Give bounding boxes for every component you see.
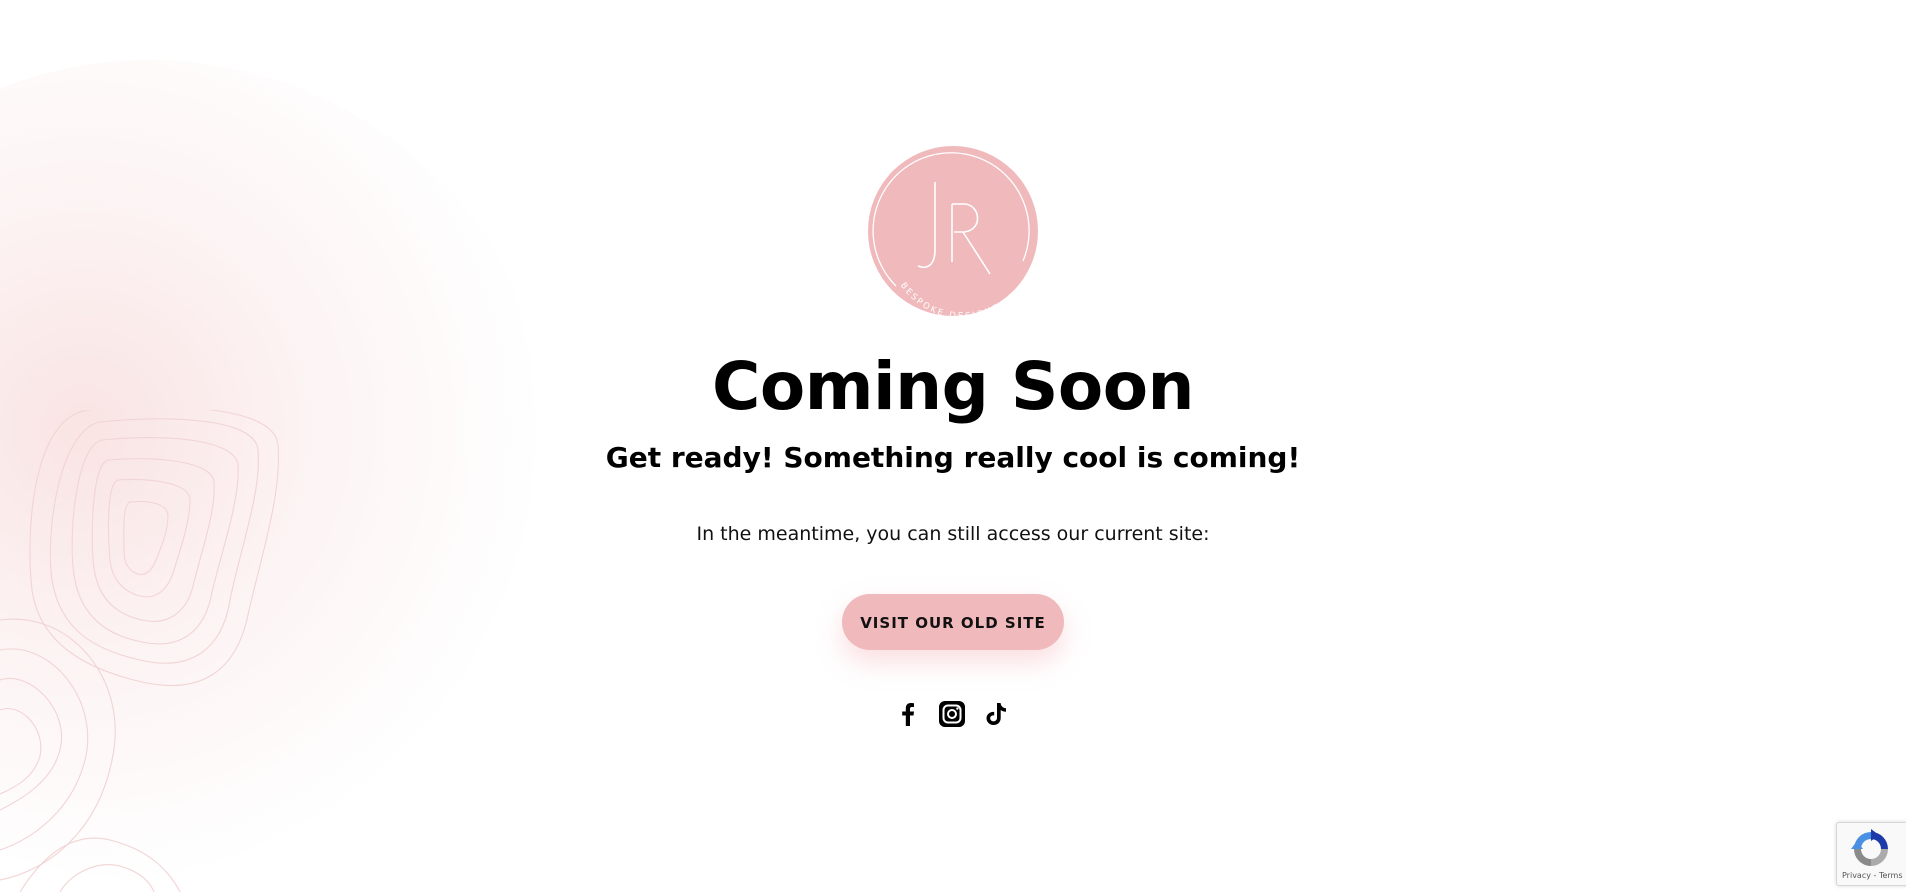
coming-soon-page: BESPOKE DESIGNS Coming Soon Get ready! S…: [0, 0, 1906, 892]
recaptcha-icon: [1851, 829, 1888, 866]
recaptcha-terms-link[interactable]: Terms: [1879, 871, 1903, 880]
recaptcha-separator: -: [1870, 871, 1879, 880]
page-subtitle: Get ready! Something really cool is comi…: [605, 441, 1301, 474]
recaptcha-badge[interactable]: Privacy - Terms: [1836, 822, 1906, 886]
tiktok-icon[interactable]: [981, 699, 1011, 729]
recaptcha-privacy-link[interactable]: Privacy: [1842, 871, 1871, 880]
meantime-text: In the meantime, you can still access ou…: [696, 523, 1210, 545]
instagram-icon[interactable]: [937, 699, 967, 729]
page-title: Coming Soon: [711, 348, 1195, 425]
recaptcha-links: Privacy - Terms: [1842, 871, 1903, 880]
social-links: [893, 700, 1011, 728]
jr-bespoke-designs-logo: BESPOKE DESIGNS: [868, 146, 1038, 316]
visit-old-site-button[interactable]: VISIT OUR OLD SITE: [842, 594, 1064, 650]
topographic-pattern: [0, 410, 280, 892]
facebook-icon[interactable]: [893, 699, 923, 729]
